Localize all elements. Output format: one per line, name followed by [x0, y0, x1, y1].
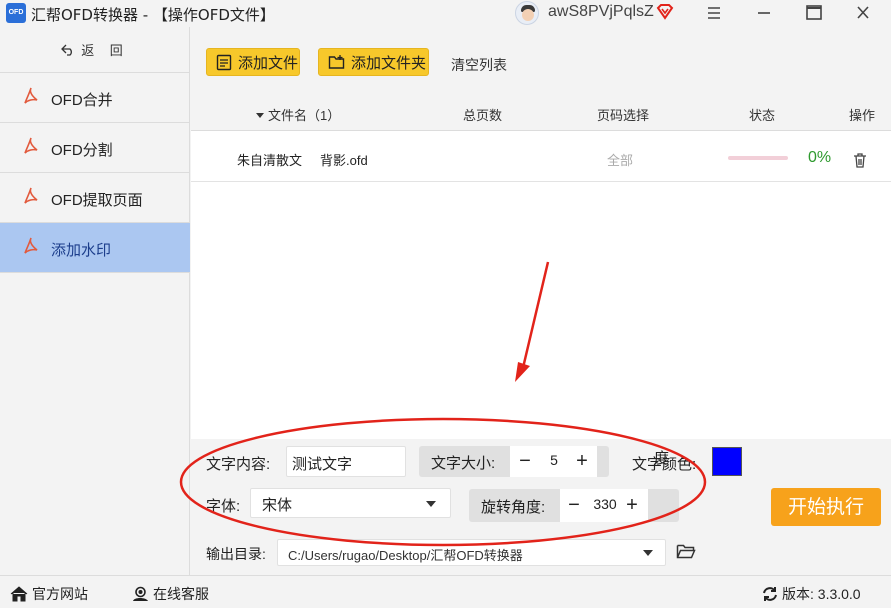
add-file-icon — [216, 54, 232, 70]
sidebar-item-label: OFD分割 — [51, 142, 113, 159]
page-range[interactable]: 全部 — [607, 150, 633, 169]
user-avatar[interactable] — [515, 1, 539, 25]
table-row[interactable]: 朱自清散文 背影.ofd 全部 0% — [191, 132, 891, 182]
output-dir-select[interactable]: C:/Users/rugao/Desktop/汇帮OFD转换器 — [277, 539, 666, 566]
sidebar: 返 回 OFD合并 OFD分割 OFD提取页面 添加水印 — [0, 27, 190, 575]
minimize-icon[interactable] — [752, 2, 776, 24]
text-content-label: 文字内容: — [206, 456, 271, 473]
chevron-down-icon — [426, 501, 436, 507]
file-list-empty-area — [191, 183, 891, 439]
back-label: 返 回 — [81, 43, 129, 58]
back-arrow-icon — [61, 44, 73, 56]
version-info[interactable]: 版本: 3.3.0.0 — [762, 584, 861, 604]
start-button[interactable]: 开始执行 — [771, 488, 881, 526]
sidebar-item-ofd-split[interactable]: OFD分割 — [0, 123, 190, 173]
add-folder-button[interactable]: 添加文件夹 — [318, 48, 429, 76]
add-folder-label: 添加文件夹 — [351, 54, 427, 72]
rotation-unit: 度 — [654, 450, 670, 467]
rotation-label: 旋转角度: — [481, 499, 546, 516]
font-label: 字体: — [206, 498, 241, 515]
sidebar-item-label: OFD提取页面 — [51, 192, 143, 209]
font-size-increase-button[interactable]: + — [571, 449, 593, 473]
clear-list-button[interactable]: 清空列表 — [451, 55, 507, 75]
open-folder-icon[interactable] — [676, 543, 696, 560]
font-size-decrease-button[interactable]: − — [514, 449, 536, 473]
footer: 官方网站 在线客服 版本: 3.3.0.0 — [0, 575, 891, 608]
output-dir-value: C:/Users/rugao/Desktop/汇帮OFD转换器 — [288, 548, 523, 563]
rotation-group: 旋转角度: − 330 + — [469, 489, 679, 522]
home-icon — [10, 586, 28, 602]
title-bar: OFD 汇帮OFD转换器 - 【操作OFD文件】 awS8PVjPqlsZ — [0, 0, 891, 27]
watermark-settings: 文字内容: 测试文字 文字大小: − 5 + 文字颜色: 字体: 宋体 旋转角度… — [191, 439, 891, 575]
font-size-label: 文字大小: — [431, 455, 496, 472]
progress-percent: 0% — [808, 149, 832, 166]
column-action: 操作 — [849, 108, 876, 123]
font-size-stepper: − 5 + — [510, 446, 597, 477]
text-content-input[interactable]: 测试文字 — [286, 446, 406, 477]
website-label: 官方网站 — [32, 586, 88, 602]
rotation-value[interactable]: 330 — [588, 496, 622, 512]
font-size-value[interactable]: 5 — [540, 452, 568, 468]
add-folder-icon — [328, 55, 345, 69]
sidebar-item-ofd-merge[interactable]: OFD合并 — [0, 73, 190, 123]
column-pages: 总页数 — [463, 108, 503, 123]
pdf-icon — [24, 87, 38, 104]
vip-badge-icon[interactable] — [656, 3, 674, 21]
font-size-group: 文字大小: − 5 + — [419, 446, 609, 477]
version-label: 版本: 3.3.0.0 — [782, 586, 861, 602]
chevron-down-icon — [643, 550, 653, 556]
pdf-icon — [24, 187, 38, 204]
font-color-swatch[interactable] — [712, 447, 742, 476]
back-button[interactable]: 返 回 — [0, 27, 190, 73]
sidebar-item-label: OFD合并 — [51, 92, 113, 109]
file-name: 朱自清散文 背影.ofd — [237, 153, 368, 168]
rotation-stepper: − 330 + — [560, 489, 648, 522]
support-link[interactable]: 在线客服 — [132, 584, 209, 604]
sort-caret-icon — [256, 113, 264, 118]
column-filename-label: 文件名（1） — [268, 108, 341, 123]
trash-icon[interactable] — [853, 153, 867, 168]
font-select-value: 宋体 — [262, 496, 293, 514]
refresh-icon — [763, 587, 777, 601]
app-logo-icon: OFD — [6, 3, 26, 23]
support-label: 在线客服 — [153, 586, 209, 602]
toolbar: 添加文件 添加文件夹 清空列表 — [191, 27, 891, 97]
output-dir-label: 输出目录: — [206, 546, 266, 562]
username[interactable]: awS8PVjPqlsZ — [548, 3, 654, 21]
rotation-increase-button[interactable]: + — [621, 493, 643, 517]
column-range: 页码选择 — [597, 108, 650, 123]
sidebar-item-ofd-extract[interactable]: OFD提取页面 — [0, 173, 190, 223]
support-icon — [133, 586, 148, 601]
file-table-header: 文件名（1） 总页数 页码选择 状态 操作 — [191, 97, 891, 131]
column-filename[interactable]: 文件名（1） — [256, 105, 340, 124]
window-title: 汇帮OFD转换器 - 【操作OFD文件】 — [31, 6, 275, 24]
close-icon[interactable] — [851, 2, 875, 24]
font-select[interactable]: 宋体 — [250, 488, 451, 518]
progress-bar — [728, 156, 788, 160]
maximize-icon[interactable] — [802, 2, 826, 24]
pdf-icon — [24, 237, 38, 254]
add-file-button[interactable]: 添加文件 — [206, 48, 300, 76]
pdf-icon — [24, 137, 38, 154]
add-file-label: 添加文件 — [238, 54, 299, 72]
website-link[interactable]: 官方网站 — [10, 584, 88, 604]
sidebar-item-add-watermark[interactable]: 添加水印 — [0, 223, 190, 273]
rotation-decrease-button[interactable]: − — [563, 493, 585, 517]
column-status: 状态 — [749, 108, 776, 123]
menu-icon[interactable] — [702, 2, 726, 24]
main-panel: 添加文件 添加文件夹 清空列表 文件名（1） 总页数 页码选择 状态 操作 朱自… — [191, 27, 891, 575]
sidebar-item-label: 添加水印 — [51, 242, 112, 259]
